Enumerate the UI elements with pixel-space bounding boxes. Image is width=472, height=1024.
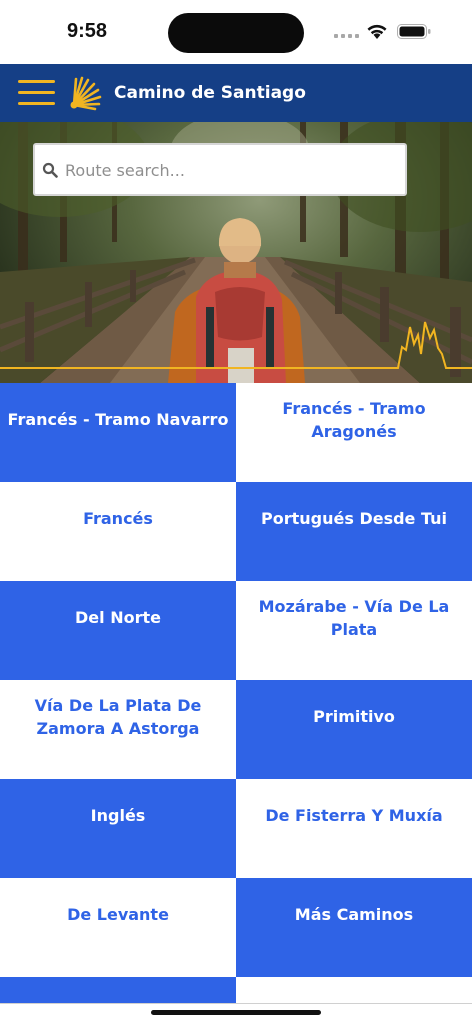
status-bar: 9:58 (0, 0, 472, 64)
search-icon (42, 162, 58, 178)
cellular-signal-icon (334, 34, 360, 40)
route-tile-label: De Fisterra Y Muxía (265, 806, 443, 825)
route-search-box[interactable] (33, 143, 407, 196)
route-tile[interactable]: Mozárabe - Vía De La Plata (236, 581, 472, 680)
app-title: Camino de Santiago (114, 83, 306, 103)
route-tile-label: Francés - Tramo Aragonés (282, 398, 426, 441)
route-tile-partial[interactable] (0, 977, 236, 1003)
route-tile[interactable]: Francés - Tramo Aragonés (236, 383, 472, 482)
route-tile-label: De Levante (67, 905, 169, 924)
route-tile-label: Francés - Tramo Navarro (7, 410, 229, 429)
route-tile-label: Portugués Desde Tui (261, 509, 447, 528)
route-tile-label: Mozárabe - Vía De La Plata (258, 596, 450, 639)
scallop-shell-icon (70, 76, 102, 111)
route-tile[interactable]: Más Caminos (236, 878, 472, 977)
route-tile[interactable]: De Fisterra Y Muxía (236, 779, 472, 878)
status-time: 9:58 (67, 20, 108, 42)
app-bar: Camino de Santiago (0, 64, 472, 122)
route-tile[interactable]: Portugués Desde Tui (236, 482, 472, 581)
route-tile-label: Más Caminos (294, 905, 414, 924)
home-indicator[interactable] (151, 1010, 321, 1015)
route-tile-label: Del Norte (75, 608, 161, 627)
route-tile-label: Francés (83, 509, 153, 528)
route-tile[interactable]: Francés (0, 482, 236, 581)
route-search-input[interactable] (65, 147, 401, 194)
route-tile[interactable]: Del Norte (0, 581, 236, 680)
route-tile[interactable]: Inglés (0, 779, 236, 878)
route-tile[interactable]: Francés - Tramo Navarro (0, 383, 236, 482)
route-tile-label: Inglés (90, 806, 146, 825)
wifi-icon (367, 24, 387, 39)
route-tile[interactable]: De Levante (0, 878, 236, 977)
route-tile[interactable]: Vía De La Plata De Zamora A Astorga (0, 680, 236, 779)
route-tile-label: Vía De La Plata De Zamora A Astorga (34, 695, 202, 738)
route-tile[interactable]: Primitivo (236, 680, 472, 779)
hamburger-menu-icon[interactable] (18, 76, 56, 110)
route-tile-label: Primitivo (313, 707, 395, 726)
battery-icon (397, 24, 431, 39)
dynamic-island (168, 13, 304, 53)
route-tile-partial[interactable] (236, 977, 472, 1003)
